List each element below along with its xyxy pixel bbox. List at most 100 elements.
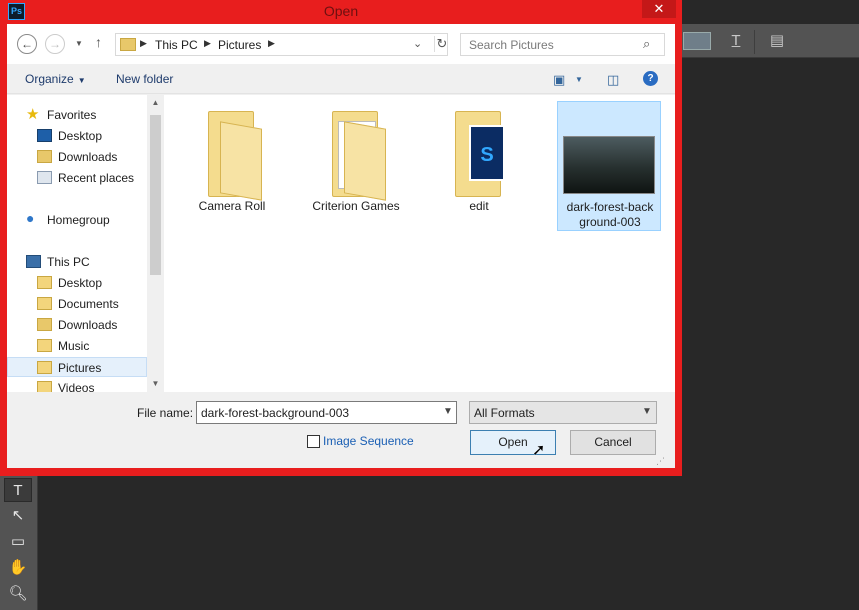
sidebar-item-label: Desktop bbox=[58, 129, 103, 143]
sidebar-item-label: Favorites bbox=[47, 108, 97, 122]
file-type-value: All Formats bbox=[474, 406, 535, 420]
folder-icon bbox=[37, 276, 52, 289]
dialog-client: ← → ▼ ↑ ▶ This PC ▶ Pictures ▶ ⌄ ↻ Searc… bbox=[7, 24, 675, 468]
downloads-folder-icon bbox=[37, 318, 52, 331]
sidebar-item-label: This PC bbox=[47, 255, 90, 269]
sidebar-item-recent-places[interactable]: Recent places bbox=[7, 168, 147, 188]
file-name-value: dark-forest-background-003 bbox=[201, 406, 350, 420]
sidebar-item-favorites[interactable]: ★ Favorites bbox=[7, 105, 147, 125]
scroll-down-icon[interactable]: ▼ bbox=[147, 376, 164, 392]
navigation-scrollbar[interactable]: ▲ ▼ bbox=[147, 95, 164, 392]
computer-icon bbox=[26, 255, 41, 268]
sidebar-item-homegroup[interactable]: ● Homegroup bbox=[7, 210, 147, 230]
recent-locations-dropdown[interactable]: ▼ bbox=[75, 39, 83, 48]
chevron-right-icon[interactable]: ▶ bbox=[140, 38, 147, 49]
sidebar-item-label: Downloads bbox=[58, 150, 118, 164]
chevron-down-icon: ▼ bbox=[642, 406, 652, 417]
sidebar-item-pictures[interactable]: Pictures bbox=[7, 357, 147, 377]
photoshop-folder-icon: S bbox=[455, 111, 511, 197]
address-bar[interactable]: ▶ This PC ▶ Pictures ▶ ⌄ ↻ bbox=[115, 33, 448, 56]
forward-button[interactable]: → bbox=[45, 34, 65, 54]
folder-icon bbox=[208, 111, 264, 201]
image-sequence-checkbox[interactable] bbox=[307, 435, 320, 448]
file-name: dark-forest-back ground-003 bbox=[566, 200, 654, 229]
photoshop-workspace bbox=[38, 476, 859, 610]
chevron-right-icon[interactable]: ▶ bbox=[204, 38, 211, 49]
view-options-icon[interactable]: ▣ bbox=[553, 72, 565, 88]
hand-tool-icon[interactable]: ✋ bbox=[4, 556, 32, 580]
file-list: Camera Roll Criterion Games S edit dark-… bbox=[164, 95, 675, 392]
scroll-up-icon[interactable]: ▲ bbox=[147, 95, 164, 111]
sidebar-item-downloads-pc[interactable]: Downloads bbox=[7, 315, 147, 335]
file-item-camera-roll[interactable]: Camera Roll bbox=[180, 101, 284, 231]
folder-icon bbox=[37, 381, 52, 392]
arrow-right-icon: → bbox=[49, 37, 61, 51]
file-item-edit[interactable]: S edit bbox=[427, 101, 531, 231]
breadcrumb-this-pc[interactable]: This PC bbox=[155, 38, 198, 52]
cancel-button[interactable]: Cancel bbox=[570, 430, 656, 455]
organize-label: Organize bbox=[25, 72, 74, 86]
type-tool-icon[interactable]: T bbox=[4, 478, 32, 502]
file-name: Camera Roll bbox=[198, 199, 266, 213]
folder-icon bbox=[37, 339, 52, 352]
breadcrumb-pictures[interactable]: Pictures bbox=[218, 38, 261, 52]
command-bar: Organize ▼ New folder ▣ ▼ ◫ ? bbox=[7, 64, 675, 94]
homegroup-icon: ● bbox=[26, 210, 35, 226]
search-icon[interactable]: ⌕ bbox=[643, 36, 650, 52]
navigation-pane: ★ Favorites Desktop Downloads Recent pla… bbox=[7, 95, 164, 392]
rectangle-tool-icon[interactable]: ▭ bbox=[4, 530, 32, 554]
file-name: edit bbox=[469, 199, 489, 213]
forest-thumbnail-image bbox=[563, 136, 655, 194]
sidebar-item-downloads[interactable]: Downloads bbox=[7, 147, 147, 167]
chevron-down-icon[interactable]: ▼ bbox=[443, 406, 453, 417]
folder-icon bbox=[37, 361, 52, 374]
dialog-title: Open bbox=[323, 3, 359, 19]
file-name: Criterion Games bbox=[312, 199, 400, 213]
preview-pane-icon[interactable]: ◫ bbox=[607, 72, 619, 88]
search-box[interactable]: Search Pictures ⌕ bbox=[460, 33, 665, 56]
search-input[interactable]: Search Pictures bbox=[469, 38, 554, 52]
photoshop-toolbar: T ↖ ▭ ✋ 🔍︎ bbox=[0, 476, 38, 610]
sidebar-item-label: Recent places bbox=[58, 171, 135, 185]
sidebar-item-this-pc[interactable]: This PC bbox=[7, 252, 147, 272]
refresh-icon[interactable]: ↻ bbox=[434, 36, 449, 52]
resize-grip-icon[interactable]: ⋰ bbox=[656, 456, 665, 467]
zoom-tool-icon[interactable]: 🔍︎ bbox=[4, 582, 32, 606]
path-selection-tool-icon[interactable]: ↖ bbox=[4, 504, 32, 528]
title-bar[interactable]: Ps Open ✕ bbox=[0, 0, 682, 24]
folder-icon bbox=[332, 111, 388, 201]
close-button[interactable]: ✕ bbox=[642, 0, 676, 18]
sidebar-item-videos[interactable]: Videos bbox=[7, 378, 147, 392]
sidebar-item-label: Videos bbox=[58, 381, 95, 392]
address-dropdown-icon[interactable]: ⌄ bbox=[413, 37, 422, 50]
organize-button[interactable]: Organize ▼ bbox=[25, 72, 86, 86]
file-type-select[interactable]: All Formats ▼ bbox=[469, 401, 657, 424]
sidebar-item-documents[interactable]: Documents bbox=[7, 294, 147, 314]
scroll-thumb[interactable] bbox=[150, 115, 161, 275]
chevron-down-icon: ▼ bbox=[75, 39, 83, 48]
color-swatch[interactable] bbox=[683, 32, 711, 50]
file-name-field[interactable]: dark-forest-background-003 ▼ bbox=[196, 401, 457, 424]
sidebar-item-label: Documents bbox=[58, 297, 119, 311]
navigation-bar: ← → ▼ ↑ ▶ This PC ▶ Pictures ▶ ⌄ ↻ Searc… bbox=[7, 24, 675, 64]
chevron-right-icon[interactable]: ▶ bbox=[268, 38, 275, 49]
recent-places-icon bbox=[37, 171, 52, 184]
desktop-icon bbox=[37, 129, 52, 142]
file-name-label: File name: bbox=[137, 406, 194, 420]
sidebar-item-music[interactable]: Music bbox=[7, 336, 147, 356]
file-item-criterion-games[interactable]: Criterion Games bbox=[304, 101, 408, 231]
folder-icon bbox=[37, 297, 52, 310]
dialog-footer: File name: dark-forest-background-003 ▼ … bbox=[7, 392, 675, 468]
panel-icon[interactable]: ▤ bbox=[767, 31, 787, 51]
back-button[interactable]: ← bbox=[17, 34, 37, 54]
view-dropdown-icon[interactable]: ▼ bbox=[575, 75, 583, 84]
sidebar-item-desktop[interactable]: Desktop bbox=[7, 126, 147, 146]
toolbar-separator bbox=[754, 30, 755, 54]
image-sequence-label[interactable]: Image Sequence bbox=[323, 434, 414, 448]
up-button[interactable]: ↑ bbox=[95, 34, 102, 50]
help-icon[interactable]: ? bbox=[643, 71, 658, 86]
new-folder-button[interactable]: New folder bbox=[116, 72, 173, 86]
sidebar-item-desktop-pc[interactable]: Desktop bbox=[7, 273, 147, 293]
file-item-dark-forest[interactable]: dark-forest-back ground-003 bbox=[557, 101, 661, 231]
text-orientation-icon[interactable]: T̲ bbox=[726, 31, 746, 51]
